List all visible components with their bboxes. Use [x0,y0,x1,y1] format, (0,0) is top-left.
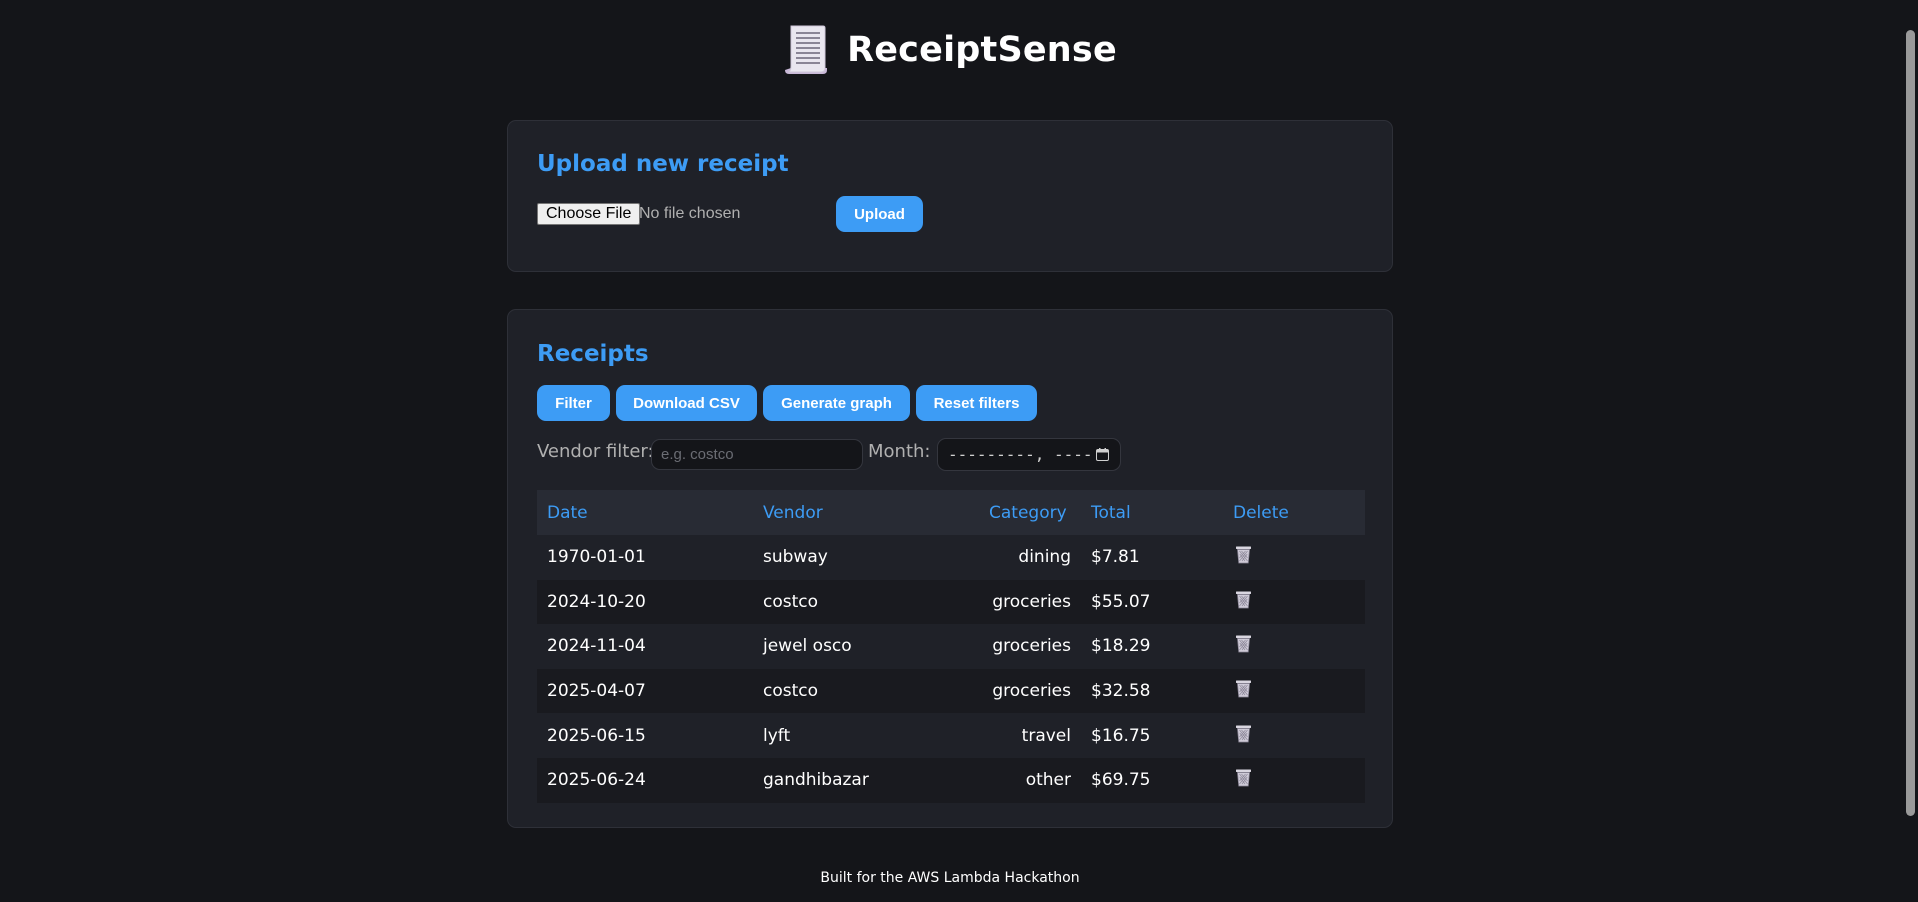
cell-vendor: gandhibazar [753,757,979,803]
upload-button[interactable]: Upload [836,196,923,232]
delete-receipt-button[interactable] [1233,768,1252,787]
app-title: ReceiptSense [847,30,1117,70]
table-row: 2024-10-20 costco groceries $55.07 [537,579,1365,625]
table-row: 2025-06-15 lyft travel $16.75 [537,713,1365,758]
trash-icon [1236,769,1251,787]
cell-delete [1223,757,1365,803]
upload-card: Upload new receipt Choose File No file c… [507,120,1393,272]
scrollbar-thumb[interactable] [1906,30,1915,816]
cell-category: other [979,757,1081,803]
month-filter-input[interactable]: ---------, ---- [937,438,1121,471]
cell-total: $69.75 [1081,757,1223,803]
delete-receipt-button[interactable] [1233,545,1252,564]
download-csv-button[interactable]: Download CSV [616,385,757,421]
cell-vendor: lyft [753,713,979,758]
cell-category: groceries [979,668,1081,714]
trash-icon [1236,546,1251,564]
calendar-icon[interactable] [1096,448,1109,461]
column-header-category[interactable]: Category [979,490,1081,535]
cell-total: $18.29 [1081,624,1223,669]
cell-delete [1223,624,1365,669]
month-filter-label: Month: [868,441,931,462]
month-value: ---------, ---- [948,445,1093,464]
file-status-text: No file chosen [639,205,741,222]
cell-delete [1223,579,1365,625]
reset-filters-button[interactable]: Reset filters [916,385,1037,421]
delete-receipt-button[interactable] [1233,679,1252,698]
app-header: ReceiptSense [0,22,1900,78]
cell-category: groceries [979,624,1081,669]
upload-section-title: Upload new receipt [537,151,789,177]
vendor-filter-input[interactable] [651,439,863,470]
footer-text: Built for the AWS Lambda Hackathon [820,870,1080,886]
receipt-icon [785,25,828,74]
column-header-total[interactable]: Total [1081,490,1223,535]
cell-vendor: jewel osco [753,624,979,669]
cell-total: $16.75 [1081,713,1223,758]
cell-date: 1970-01-01 [537,535,753,580]
delete-receipt-button[interactable] [1233,724,1252,743]
trash-icon [1236,591,1251,609]
cell-date: 2024-10-20 [537,579,753,625]
cell-total: $7.81 [1081,535,1223,580]
generate-graph-button[interactable]: Generate graph [763,385,910,421]
cell-total: $32.58 [1081,668,1223,714]
column-header-vendor[interactable]: Vendor [753,490,979,535]
table-row: 2024-11-04 jewel osco groceries $18.29 [537,624,1365,669]
cell-date: 2025-06-24 [537,757,753,803]
delete-receipt-button[interactable] [1233,590,1252,609]
filter-button[interactable]: Filter [537,385,610,421]
receipts-section-title: Receipts [537,341,649,367]
cell-delete [1223,713,1365,758]
trash-icon [1236,635,1251,653]
cell-date: 2025-04-07 [537,668,753,714]
cell-vendor: costco [753,579,979,625]
receipts-table-body: 1970-01-01 subway dining $7.81 2024-10-20 cos… [537,535,1365,803]
cell-category: dining [979,535,1081,580]
trash-icon [1236,725,1251,743]
table-row: 2025-04-07 costco groceries $32.58 [537,668,1365,714]
trash-icon [1236,680,1251,698]
table-row: 2025-06-24 gandhibazar other $69.75 [537,757,1365,803]
cell-delete [1223,668,1365,714]
cell-date: 2025-06-15 [537,713,753,758]
cell-category: groceries [979,579,1081,625]
delete-receipt-button[interactable] [1233,634,1252,653]
column-header-delete: Delete [1223,490,1365,535]
cell-category: travel [979,713,1081,758]
cell-vendor: costco [753,668,979,714]
cell-vendor: subway [753,535,979,580]
choose-file-button[interactable]: Choose File [537,203,641,225]
table-header-row: Date Vendor Category Total Delete [537,490,1365,535]
column-header-date[interactable]: Date [537,490,753,535]
receipts-table: Date Vendor Category Total Delete 1970-0… [537,490,1365,803]
cell-delete [1223,535,1365,580]
cell-total: $55.07 [1081,579,1223,625]
vendor-filter-label: Vendor filter: [537,441,654,462]
table-row: 1970-01-01 subway dining $7.81 [537,535,1365,580]
cell-date: 2024-11-04 [537,624,753,669]
receipts-card: Receipts Filter Download CSV Generate gr… [507,309,1393,828]
